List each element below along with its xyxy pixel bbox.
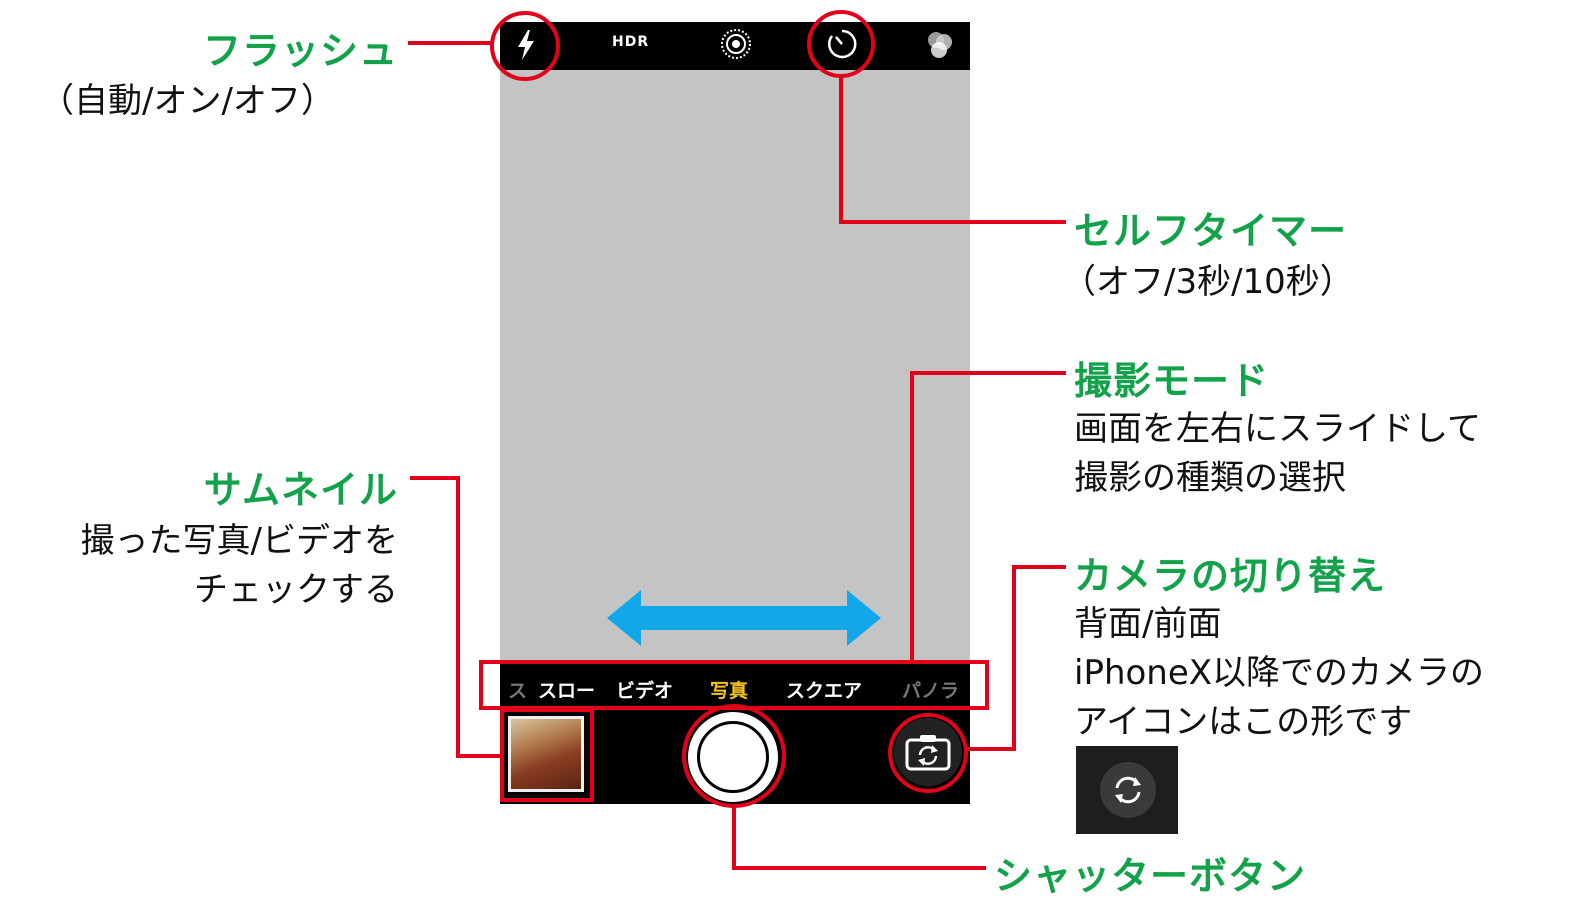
switch-callout-line	[966, 565, 1066, 751]
rotate-arrows-icon	[1115, 776, 1141, 804]
timer-title: セルフタイマー	[1074, 209, 1348, 253]
timer-callout-circle	[807, 10, 875, 78]
thumbnail-callout-line	[410, 476, 502, 758]
thumbnail-desc-line2: チェックする	[194, 570, 398, 610]
mode-callout-box	[479, 660, 989, 710]
shutter-callout-line	[732, 806, 986, 870]
thumbnail-title: サムネイル	[203, 468, 398, 512]
mode-callout-line	[910, 371, 1066, 662]
callout-overlay	[408, 10, 1066, 870]
flash-title: フラッシュ	[202, 29, 398, 73]
timer-desc: （オフ/3秒/10秒）	[1062, 262, 1354, 302]
shutter-title: シャッターボタン	[994, 854, 1307, 898]
timer-callout-line	[839, 76, 1066, 224]
switch-desc-line1: 背面/前面	[1074, 604, 1222, 644]
mode-title: 撮影モード	[1074, 359, 1270, 403]
thumbnail-desc-line1: 撮った写真/ビデオを	[80, 521, 398, 561]
mode-desc-line2: 撮影の種類の選択	[1074, 458, 1346, 498]
swipe-arrow	[607, 590, 881, 646]
flash-callout-circle	[490, 11, 560, 81]
switch-desc-line2: iPhoneX以降でのカメラの	[1074, 653, 1485, 693]
shutter-callout-circle	[682, 704, 786, 808]
mode-desc-line1: 画面を左右にスライドして	[1074, 409, 1481, 449]
switch-title: カメラの切り替え	[1074, 554, 1387, 598]
thumbnail-callout-box	[500, 708, 594, 802]
flash-desc: （自動/オン/オフ）	[40, 81, 335, 121]
switch-desc-line3: アイコンはこの形です	[1074, 702, 1413, 742]
switch-callout-circle	[888, 713, 968, 793]
